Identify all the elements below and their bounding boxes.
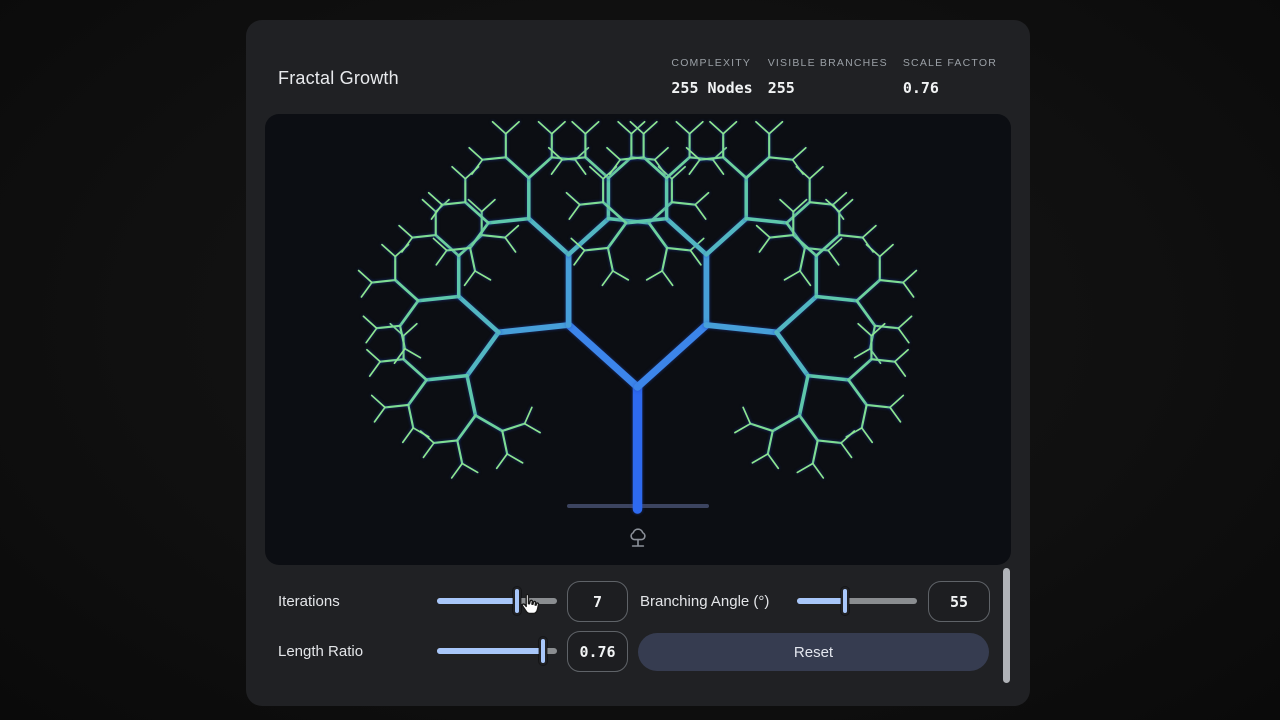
length-ratio-label: Length Ratio bbox=[278, 643, 364, 660]
iterations-slider-thumb[interactable] bbox=[512, 587, 521, 615]
iterations-label: Iterations bbox=[278, 593, 340, 610]
page-title: Fractal Growth bbox=[278, 68, 399, 88]
branching-angle-slider-fill bbox=[797, 598, 848, 604]
stat-complexity: COMPLEXITY 255 Nodes bbox=[671, 57, 752, 97]
fractal-tree-canvas[interactable] bbox=[265, 114, 1011, 565]
branching-angle-slider[interactable] bbox=[797, 586, 917, 616]
length-ratio-slider-thumb[interactable] bbox=[539, 637, 547, 665]
branching-angle-slider-thumb[interactable] bbox=[841, 587, 850, 615]
iterations-value-box[interactable]: 7 bbox=[567, 581, 628, 622]
length-ratio-slider-fill bbox=[437, 648, 545, 654]
app-background: Fractal Growth COMPLEXITY 255 Nodes VISI… bbox=[0, 0, 1280, 720]
stat-visible-branches-label: VISIBLE BRANCHES bbox=[767, 57, 888, 69]
tree-icon bbox=[630, 528, 646, 547]
stat-complexity-label: COMPLEXITY bbox=[671, 57, 752, 69]
stat-visible-branches-value: 255 bbox=[767, 79, 795, 97]
reset-button[interactable]: Reset bbox=[638, 633, 989, 671]
stats-bar: COMPLEXITY 255 Nodes VISIBLE BRANCHES 25… bbox=[671, 57, 997, 97]
iterations-slider-fill bbox=[437, 598, 519, 604]
stat-scale-factor-label: SCALE FACTOR bbox=[902, 57, 997, 69]
length-ratio-value-box[interactable]: 0.76 bbox=[567, 631, 628, 672]
stat-scale-factor-value: 0.76 bbox=[902, 79, 939, 97]
scrollbar-thumb[interactable] bbox=[1003, 568, 1010, 683]
stat-visible-branches: VISIBLE BRANCHES 255 bbox=[768, 57, 888, 97]
stat-scale-factor: SCALE FACTOR 0.76 bbox=[903, 57, 997, 97]
fractal-growth-panel: Fractal Growth COMPLEXITY 255 Nodes VISI… bbox=[246, 20, 1030, 706]
fractal-viewport[interactable] bbox=[265, 114, 1011, 565]
stat-complexity-value: 255 Nodes bbox=[671, 79, 753, 97]
length-ratio-slider[interactable] bbox=[437, 636, 557, 666]
branching-angle-value-box[interactable]: 55 bbox=[928, 581, 990, 622]
branching-angle-label: Branching Angle (°) bbox=[640, 593, 770, 610]
iterations-slider[interactable] bbox=[437, 586, 557, 616]
